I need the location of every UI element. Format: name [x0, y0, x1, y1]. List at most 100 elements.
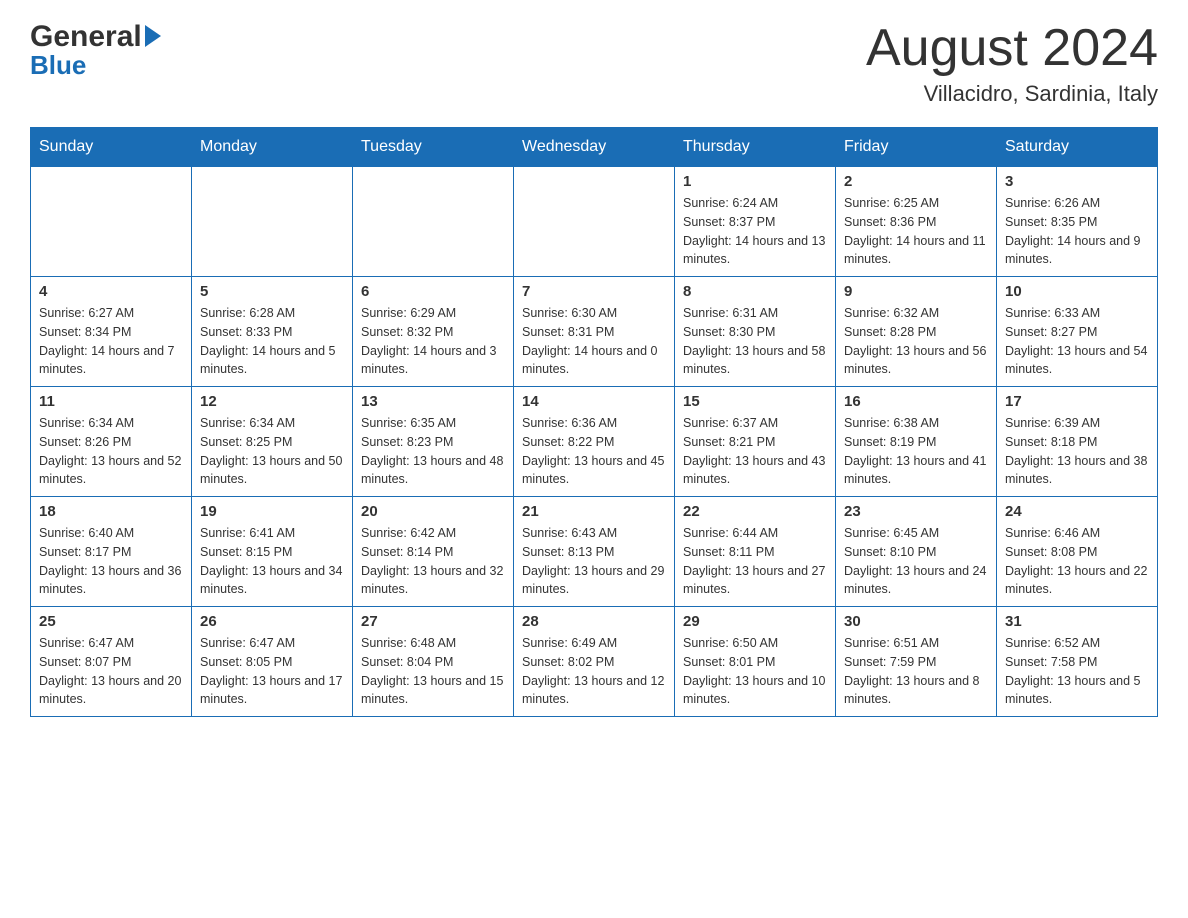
day-info: Sunrise: 6:26 AM Sunset: 8:35 PM Dayligh…	[1005, 194, 1149, 269]
day-number: 19	[200, 503, 344, 520]
day-info: Sunrise: 6:40 AM Sunset: 8:17 PM Dayligh…	[39, 524, 183, 599]
calendar-week-row: 1 Sunrise: 6:24 AM Sunset: 8:37 PM Daylig…	[31, 167, 1158, 277]
day-number: 6	[361, 283, 505, 300]
calendar-cell: 10 Sunrise: 6:33 AM Sunset: 8:27 PM Dayli…	[997, 277, 1158, 387]
day-info: Sunrise: 6:47 AM Sunset: 8:05 PM Dayligh…	[200, 634, 344, 709]
calendar-cell: 19 Sunrise: 6:41 AM Sunset: 8:15 PM Dayli…	[192, 497, 353, 607]
day-info: Sunrise: 6:50 AM Sunset: 8:01 PM Dayligh…	[683, 634, 827, 709]
day-info: Sunrise: 6:49 AM Sunset: 8:02 PM Dayligh…	[522, 634, 666, 709]
weekday-header-sunday: Sunday	[31, 128, 192, 167]
logo: General Blue	[30, 20, 161, 81]
day-info: Sunrise: 6:47 AM Sunset: 8:07 PM Dayligh…	[39, 634, 183, 709]
calendar-cell: 16 Sunrise: 6:38 AM Sunset: 8:19 PM Dayli…	[836, 387, 997, 497]
calendar-cell: 25 Sunrise: 6:47 AM Sunset: 8:07 PM Dayli…	[31, 607, 192, 717]
day-number: 12	[200, 393, 344, 410]
day-number: 16	[844, 393, 988, 410]
weekday-header-wednesday: Wednesday	[514, 128, 675, 167]
day-info: Sunrise: 6:36 AM Sunset: 8:22 PM Dayligh…	[522, 414, 666, 489]
day-number: 10	[1005, 283, 1149, 300]
calendar-week-row: 4Sunrise: 6:27 AM Sunset: 8:34 PM Daylig…	[31, 277, 1158, 387]
day-number: 31	[1005, 613, 1149, 630]
day-number: 30	[844, 613, 988, 630]
day-number: 25	[39, 613, 183, 630]
calendar-cell: 23Sunrise: 6:45 AM Sunset: 8:10 PM Dayli…	[836, 497, 997, 607]
day-info: Sunrise: 6:29 AM Sunset: 8:32 PM Dayligh…	[361, 304, 505, 379]
day-info: Sunrise: 6:46 AM Sunset: 8:08 PM Dayligh…	[1005, 524, 1149, 599]
day-info: Sunrise: 6:45 AM Sunset: 8:10 PM Dayligh…	[844, 524, 988, 599]
day-info: Sunrise: 6:35 AM Sunset: 8:23 PM Dayligh…	[361, 414, 505, 489]
weekday-header-monday: Monday	[192, 128, 353, 167]
day-number: 17	[1005, 393, 1149, 410]
calendar-cell: 7 Sunrise: 6:30 AM Sunset: 8:31 PM Daylig…	[514, 277, 675, 387]
calendar-cell: 31 Sunrise: 6:52 AM Sunset: 7:58 PM Dayli…	[997, 607, 1158, 717]
day-number: 1	[683, 173, 827, 190]
day-info: Sunrise: 6:44 AM Sunset: 8:11 PM Dayligh…	[683, 524, 827, 599]
day-info: Sunrise: 6:24 AM Sunset: 8:37 PM Dayligh…	[683, 194, 827, 269]
weekday-header-friday: Friday	[836, 128, 997, 167]
calendar-cell: 18 Sunrise: 6:40 AM Sunset: 8:17 PM Dayli…	[31, 497, 192, 607]
calendar-cell	[353, 167, 514, 277]
title-block: August 2024 Villacidro, Sardinia, Italy	[866, 20, 1158, 107]
calendar-cell: 17 Sunrise: 6:39 AM Sunset: 8:18 PM Dayli…	[997, 387, 1158, 497]
day-info: Sunrise: 6:52 AM Sunset: 7:58 PM Dayligh…	[1005, 634, 1149, 709]
day-info: Sunrise: 6:32 AM Sunset: 8:28 PM Dayligh…	[844, 304, 988, 379]
calendar-cell: 5 Sunrise: 6:28 AM Sunset: 8:33 PM Daylig…	[192, 277, 353, 387]
day-info: Sunrise: 6:41 AM Sunset: 8:15 PM Dayligh…	[200, 524, 344, 599]
calendar-cell: 13 Sunrise: 6:35 AM Sunset: 8:23 PM Dayli…	[353, 387, 514, 497]
day-number: 3	[1005, 173, 1149, 190]
calendar-cell	[514, 167, 675, 277]
calendar-cell	[31, 167, 192, 277]
day-number: 2	[844, 173, 988, 190]
day-info: Sunrise: 6:51 AM Sunset: 7:59 PM Dayligh…	[844, 634, 988, 709]
day-info: Sunrise: 6:37 AM Sunset: 8:21 PM Dayligh…	[683, 414, 827, 489]
day-number: 7	[522, 283, 666, 300]
day-number: 13	[361, 393, 505, 410]
calendar-cell: 15 Sunrise: 6:37 AM Sunset: 8:21 PM Dayli…	[675, 387, 836, 497]
day-number: 5	[200, 283, 344, 300]
day-number: 14	[522, 393, 666, 410]
calendar-cell: 14 Sunrise: 6:36 AM Sunset: 8:22 PM Dayli…	[514, 387, 675, 497]
day-number: 8	[683, 283, 827, 300]
day-info: Sunrise: 6:39 AM Sunset: 8:18 PM Dayligh…	[1005, 414, 1149, 489]
calendar-cell: 27Sunrise: 6:48 AM Sunset: 8:04 PM Dayli…	[353, 607, 514, 717]
day-number: 26	[200, 613, 344, 630]
weekday-header-tuesday: Tuesday	[353, 128, 514, 167]
calendar-cell: 29 Sunrise: 6:50 AM Sunset: 8:01 PM Dayli…	[675, 607, 836, 717]
calendar-cell: 20 Sunrise: 6:42 AM Sunset: 8:14 PM Dayli…	[353, 497, 514, 607]
logo-arrow-icon	[145, 25, 161, 47]
day-info: Sunrise: 6:25 AM Sunset: 8:36 PM Dayligh…	[844, 194, 988, 269]
day-number: 18	[39, 503, 183, 520]
calendar-cell: 22Sunrise: 6:44 AM Sunset: 8:11 PM Dayli…	[675, 497, 836, 607]
day-info: Sunrise: 6:33 AM Sunset: 8:27 PM Dayligh…	[1005, 304, 1149, 379]
calendar-cell: 6 Sunrise: 6:29 AM Sunset: 8:32 PM Daylig…	[353, 277, 514, 387]
calendar-week-row: 25 Sunrise: 6:47 AM Sunset: 8:07 PM Dayli…	[31, 607, 1158, 717]
day-number: 28	[522, 613, 666, 630]
day-info: Sunrise: 6:28 AM Sunset: 8:33 PM Dayligh…	[200, 304, 344, 379]
day-info: Sunrise: 6:34 AM Sunset: 8:26 PM Dayligh…	[39, 414, 183, 489]
calendar-cell	[192, 167, 353, 277]
day-number: 20	[361, 503, 505, 520]
calendar-cell: 24 Sunrise: 6:46 AM Sunset: 8:08 PM Dayli…	[997, 497, 1158, 607]
day-number: 27	[361, 613, 505, 630]
day-info: Sunrise: 6:30 AM Sunset: 8:31 PM Dayligh…	[522, 304, 666, 379]
calendar-cell: 4Sunrise: 6:27 AM Sunset: 8:34 PM Daylig…	[31, 277, 192, 387]
logo-blue-text: Blue	[30, 50, 86, 80]
day-number: 24	[1005, 503, 1149, 520]
day-info: Sunrise: 6:43 AM Sunset: 8:13 PM Dayligh…	[522, 524, 666, 599]
calendar-cell: 21 Sunrise: 6:43 AM Sunset: 8:13 PM Dayli…	[514, 497, 675, 607]
day-number: 21	[522, 503, 666, 520]
day-info: Sunrise: 6:38 AM Sunset: 8:19 PM Dayligh…	[844, 414, 988, 489]
day-number: 11	[39, 393, 183, 410]
day-number: 29	[683, 613, 827, 630]
weekday-header-row: SundayMondayTuesdayWednesdayThursdayFrid…	[31, 128, 1158, 167]
weekday-header-saturday: Saturday	[997, 128, 1158, 167]
calendar-cell: 26 Sunrise: 6:47 AM Sunset: 8:05 PM Dayli…	[192, 607, 353, 717]
day-number: 15	[683, 393, 827, 410]
weekday-header-thursday: Thursday	[675, 128, 836, 167]
calendar-cell: 30 Sunrise: 6:51 AM Sunset: 7:59 PM Dayli…	[836, 607, 997, 717]
day-info: Sunrise: 6:42 AM Sunset: 8:14 PM Dayligh…	[361, 524, 505, 599]
day-number: 4	[39, 283, 183, 300]
calendar-cell: 12Sunrise: 6:34 AM Sunset: 8:25 PM Dayli…	[192, 387, 353, 497]
day-number: 9	[844, 283, 988, 300]
calendar-week-row: 18 Sunrise: 6:40 AM Sunset: 8:17 PM Dayli…	[31, 497, 1158, 607]
